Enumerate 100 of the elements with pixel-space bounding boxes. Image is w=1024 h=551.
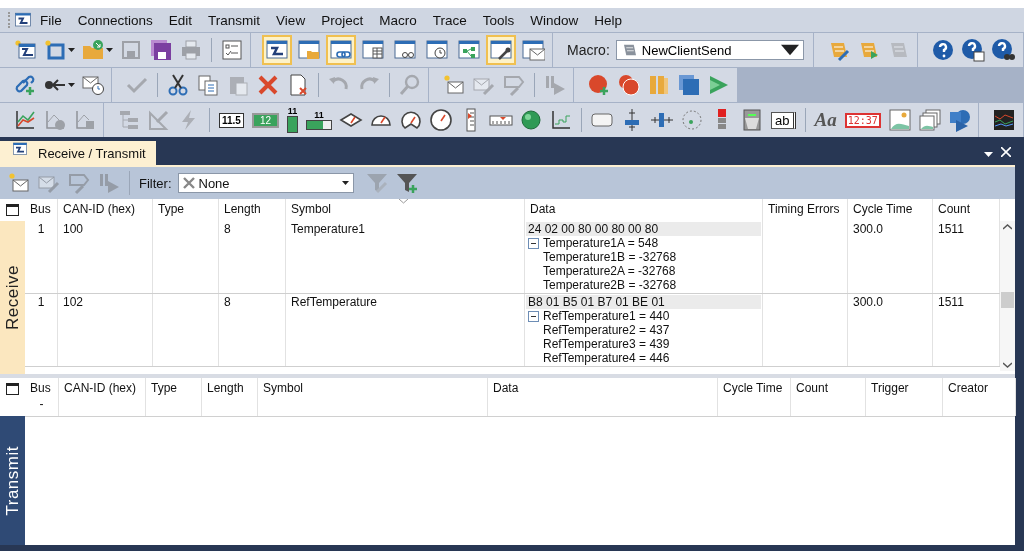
menu-item[interactable]: Trace (424, 12, 475, 28)
copy-icon[interactable] (196, 73, 220, 97)
column-header[interactable]: CAN-ID (hex) (58, 199, 153, 221)
receive-label[interactable]: Receive (0, 221, 25, 374)
menu-item[interactable]: Macro (371, 12, 425, 28)
window-sparkle-icon[interactable] (43, 38, 67, 62)
caret-icon[interactable] (68, 83, 75, 87)
window-wrench-icon (489, 38, 513, 62)
menu-item[interactable]: Help (586, 12, 630, 28)
floppy-stack-icon[interactable] (149, 38, 173, 62)
window-clock-icon (425, 38, 449, 62)
column-header[interactable]: Type (153, 199, 219, 221)
envelope-sparkle-icon[interactable] (7, 171, 31, 195)
window-icon[interactable] (6, 383, 19, 395)
picture-stack-icon[interactable] (917, 108, 942, 132)
window-tab[interactable]: Receive / Transmit (0, 141, 156, 165)
column-header[interactable]: Data (525, 199, 763, 221)
number-display-button[interactable]: 11.5 (219, 112, 244, 128)
scrollbar[interactable] (1000, 221, 1015, 371)
line-chart-icon[interactable] (13, 108, 37, 132)
led-dial-icon[interactable] (680, 108, 705, 132)
column-header[interactable]: Bus (30, 381, 53, 395)
collapse-icon[interactable] (528, 310, 539, 322)
app-icon[interactable] (14, 11, 32, 29)
italic-text-button[interactable]: Aa (814, 109, 837, 131)
column-header[interactable]: Trigger (871, 381, 937, 395)
filter-dropdown[interactable]: None (177, 173, 354, 193)
collapse-icon[interactable] (528, 237, 539, 249)
shapes-icon[interactable] (947, 108, 972, 132)
checklist-icon[interactable] (220, 38, 244, 62)
transmit-label[interactable]: Transmit (0, 416, 25, 545)
signal-value: Temperature1A = 548 (543, 236, 659, 250)
menu-item[interactable]: Window (522, 12, 587, 28)
caret-icon[interactable] (68, 48, 75, 52)
dropdown-icon[interactable] (984, 152, 993, 157)
close-icon[interactable] (1001, 147, 1011, 157)
signal-value: RefTemperature4 = 446 (543, 351, 670, 365)
chevron-up-icon[interactable] (1003, 224, 1012, 230)
ball-icon[interactable] (519, 108, 544, 132)
column-header[interactable]: Creator (948, 381, 1010, 395)
column-header[interactable]: Cycle Time (848, 199, 933, 221)
chevron-icon[interactable] (399, 199, 408, 204)
x-icon (182, 177, 195, 189)
column-header[interactable]: Type (151, 381, 196, 395)
chevron-down-icon[interactable] (1003, 362, 1012, 368)
table-cell: 8 (224, 222, 231, 236)
menu-item[interactable]: Transmit (200, 12, 269, 28)
scroll-thumb[interactable] (1001, 292, 1014, 308)
filter-label: Filter: (139, 175, 172, 191)
stop-squares-icon[interactable] (677, 73, 701, 97)
table-cell: Temperature1 (291, 222, 366, 236)
table-cell: 102 (63, 295, 84, 309)
text-box-button[interactable]: ab (771, 111, 796, 129)
filter-plus-icon[interactable] (394, 171, 419, 195)
menu-item[interactable]: Tools (474, 12, 523, 28)
signal-value: Temperature2B = -32768 (543, 278, 677, 292)
column-header[interactable]: Symbol (263, 381, 482, 395)
column-header[interactable]: Count (796, 381, 860, 395)
column-header[interactable]: Bus (25, 199, 58, 221)
clock-display-button[interactable]: 12:37 (844, 112, 881, 128)
caret-icon[interactable] (106, 48, 113, 52)
envelope-clock-icon[interactable] (81, 73, 105, 97)
record-plus-icon[interactable] (587, 73, 611, 97)
column-header[interactable]: Length (219, 199, 286, 221)
macro-dropdown[interactable]: NewClientSend (615, 40, 804, 60)
help-window-icon[interactable] (960, 38, 985, 62)
delete-x-icon[interactable] (256, 73, 280, 97)
scissors-icon[interactable] (166, 73, 190, 97)
menu-item[interactable]: View (268, 12, 314, 28)
menu-item[interactable]: File (32, 12, 70, 28)
column-header[interactable]: CAN-ID (hex) (64, 381, 140, 395)
table-cell: 1511 (938, 222, 964, 236)
column-header[interactable]: Length (207, 381, 252, 395)
help-binoculars-icon[interactable] (990, 38, 1015, 62)
column-header[interactable]: Count (933, 199, 1000, 221)
link-plus-icon[interactable] (13, 73, 37, 97)
envelope-sparkle-icon[interactable] (442, 73, 466, 97)
signal-value: RefTemperature2 = 437 (543, 323, 670, 337)
menu-item[interactable]: Project (313, 12, 372, 28)
column-header[interactable]: Timing Errors (763, 199, 848, 221)
view-toggle-button[interactable] (326, 35, 356, 65)
picture-frame-icon[interactable] (887, 108, 912, 132)
column-header[interactable]: Cycle Time (723, 381, 785, 395)
table-cell: 300.0 (853, 222, 884, 236)
macro-label: Macro: (567, 42, 610, 58)
help-icon[interactable] (930, 38, 955, 62)
column-header[interactable]: Symbol (286, 199, 525, 221)
oscilloscope-icon[interactable] (991, 108, 1016, 132)
view-toggle-button[interactable] (486, 35, 516, 65)
gauge-full-icon[interactable] (429, 108, 454, 132)
table-cell: 1 (37, 295, 45, 309)
menu-item[interactable]: Edit (160, 12, 201, 28)
column-header[interactable]: Data (493, 381, 712, 395)
network-window-icon[interactable] (13, 38, 37, 62)
record-double-icon[interactable] (617, 73, 641, 97)
window-icon[interactable] (6, 204, 19, 216)
table-cell: 1511 (938, 295, 964, 309)
view-toggle-button[interactable] (262, 35, 292, 65)
menu-item[interactable]: Connections (69, 12, 161, 28)
column-filter[interactable]: - (39, 397, 44, 411)
